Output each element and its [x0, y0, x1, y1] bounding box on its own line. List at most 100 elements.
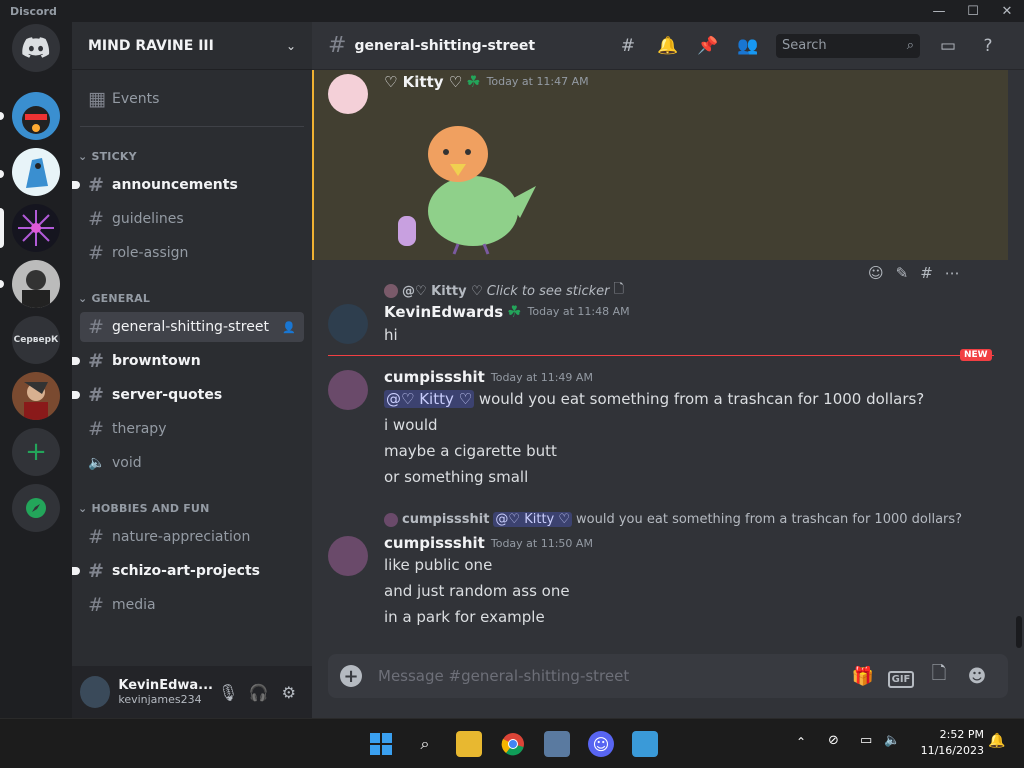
message-line: or something small: [384, 468, 529, 486]
more-icon[interactable]: ⋯: [945, 264, 960, 282]
channel-label: therapy: [112, 421, 167, 437]
add-reaction-icon[interactable]: ☺: [868, 264, 884, 282]
user-mention[interactable]: @♡ Kitty ♡: [384, 390, 475, 408]
headphones-icon[interactable]: 🎧: [243, 683, 273, 702]
channel-void[interactable]: 🔈 void: [80, 448, 304, 478]
server-icon-2[interactable]: [12, 148, 60, 196]
system-clock[interactable]: 2:52 PM 11/16/2023: [921, 727, 984, 759]
windows-start-icon[interactable]: [368, 731, 394, 757]
minimize-button[interactable]: —: [922, 4, 956, 19]
remote-desktop-icon[interactable]: [632, 731, 658, 757]
display-icon[interactable]: ▭: [860, 733, 872, 748]
tray-chevron-icon[interactable]: ⌃: [796, 735, 806, 749]
emoji-icon[interactable]: ☻: [958, 666, 996, 687]
message-line: in a park for example: [384, 608, 545, 626]
members-icon[interactable]: 👥: [728, 36, 768, 56]
search-icon[interactable]: ⌕: [412, 731, 438, 757]
scrollbar-thumb[interactable]: [1016, 616, 1022, 648]
gift-icon[interactable]: 🎁: [844, 666, 882, 687]
gear-icon[interactable]: ⚙: [274, 683, 304, 702]
server-selected-pill: [0, 208, 4, 248]
network-off-icon[interactable]: ⊘: [828, 733, 839, 748]
new-badge: NEW: [960, 349, 992, 361]
thread-icon[interactable]: #: [920, 264, 933, 282]
attach-plus-icon[interactable]: +: [340, 665, 362, 687]
channel-guidelines[interactable]: # guidelines: [80, 204, 304, 234]
channel-server-quotes[interactable]: # server-quotes: [72, 380, 304, 410]
sticker-icon[interactable]: 🗋: [920, 661, 958, 691]
server-icon-5[interactable]: СерверК: [12, 316, 60, 364]
channel-therapy[interactable]: # therapy: [80, 414, 304, 444]
server-initials: СерверК: [13, 335, 59, 345]
close-button[interactable]: ✕: [990, 4, 1024, 19]
edit-icon[interactable]: ✎: [896, 264, 909, 282]
guild-header[interactable]: MIND RAVINE III ⌄: [72, 22, 312, 70]
add-member-icon[interactable]: 👤: [282, 321, 296, 334]
channel-label: guidelines: [112, 211, 184, 227]
category-general[interactable]: ⌄ GENERAL: [78, 292, 150, 305]
bell-icon[interactable]: 🔔: [648, 36, 688, 56]
message-composer[interactable]: + Message #general-shitting-street 🎁 GIF…: [328, 654, 1008, 698]
message-author[interactable]: ♡ Kitty ♡: [384, 73, 462, 91]
sticker-icon: 🗋: [613, 282, 624, 297]
threads-icon[interactable]: #: [608, 36, 648, 56]
message-author[interactable]: cumpissshit: [384, 368, 485, 386]
volume-icon[interactable]: 🔈: [884, 733, 900, 748]
avatar[interactable]: [328, 304, 368, 344]
windows-logo-icon: [370, 733, 392, 755]
avatar[interactable]: [80, 676, 111, 708]
message-author[interactable]: KevinEdwards: [384, 303, 503, 321]
server-icon-6[interactable]: [12, 372, 60, 420]
channel-announcements[interactable]: # announcements: [72, 170, 304, 200]
explore-compass-icon[interactable]: [12, 484, 60, 532]
channel-role-assign[interactable]: # role-assign: [80, 238, 304, 268]
leaf-badge-icon: ☘: [507, 302, 522, 321]
channel-browntown[interactable]: # browntown: [72, 346, 304, 376]
character-avatar-icon: [24, 382, 48, 420]
server-icon-1[interactable]: [12, 92, 60, 140]
photos-icon[interactable]: [544, 731, 570, 757]
hash-icon: #: [88, 242, 104, 264]
category-hobbies[interactable]: ⌄ HOBBIES AND FUN: [78, 502, 209, 515]
gif-button[interactable]: GIF: [882, 666, 920, 688]
user-info[interactable]: KevinEdwa... kevinjames234: [118, 678, 213, 706]
discord-logo-icon: [22, 37, 50, 58]
server-icon-4[interactable]: [12, 260, 60, 308]
message-author[interactable]: cumpissshit: [384, 534, 485, 552]
channel-nature-appreciation[interactable]: # nature-appreciation: [80, 522, 304, 552]
maximize-button[interactable]: ☐: [956, 4, 990, 19]
message-header: cumpissshit Today at 11:49 AM: [384, 368, 593, 386]
reply-reference[interactable]: cumpissshit @♡ Kitty ♡ would you eat som…: [384, 512, 962, 527]
message-input[interactable]: Message #general-shitting-street: [378, 667, 844, 685]
bird-sticker[interactable]: [388, 106, 538, 256]
notification-bell-icon[interactable]: 🔔: [988, 733, 1005, 749]
search-input[interactable]: Search ⌕: [776, 33, 920, 58]
reply-reference[interactable]: @♡ Kitty ♡ Click to see sticker 🗋: [384, 280, 624, 302]
microphone-icon[interactable]: 🎙: [213, 683, 243, 702]
avatar[interactable]: [328, 74, 368, 114]
avatar[interactable]: [328, 370, 368, 410]
channel-media[interactable]: # media: [80, 590, 304, 620]
pin-icon[interactable]: 📌: [688, 36, 728, 56]
category-label: STICKY: [91, 150, 137, 163]
user-panel: KevinEdwa... kevinjames234 🎙 🎧 ⚙: [72, 666, 312, 718]
channel-general-shitting-street[interactable]: # general-shitting-street 👤: [80, 312, 304, 342]
discord-taskbar-icon[interactable]: ☺: [588, 731, 614, 757]
add-server-icon[interactable]: +: [12, 428, 60, 476]
file-explorer-icon[interactable]: [456, 731, 482, 757]
server-icon-3[interactable]: [12, 204, 60, 252]
chat-main: # general-shitting-street # 🔔 📌 👥 Search…: [312, 22, 1024, 718]
inbox-icon[interactable]: ▭: [928, 36, 968, 56]
channel-schizo-art-projects[interactable]: # schizo-art-projects: [72, 556, 304, 586]
events-item[interactable]: ▦ Events: [80, 84, 304, 114]
avatar[interactable]: [328, 536, 368, 576]
category-sticky[interactable]: ⌄ STICKY: [78, 150, 137, 163]
message-text: would you eat something from a trashcan …: [478, 390, 925, 408]
message-header: cumpissshit Today at 11:50 AM: [384, 534, 593, 552]
home-button[interactable]: [12, 24, 60, 72]
reply-author: @♡ Kitty ♡: [402, 283, 483, 299]
help-icon[interactable]: ?: [968, 36, 1008, 56]
window-titlebar: Discord — ☐ ✕: [0, 0, 1024, 22]
chrome-icon[interactable]: [500, 731, 526, 757]
message-header: KevinEdwards ☘ Today at 11:48 AM: [384, 302, 630, 321]
